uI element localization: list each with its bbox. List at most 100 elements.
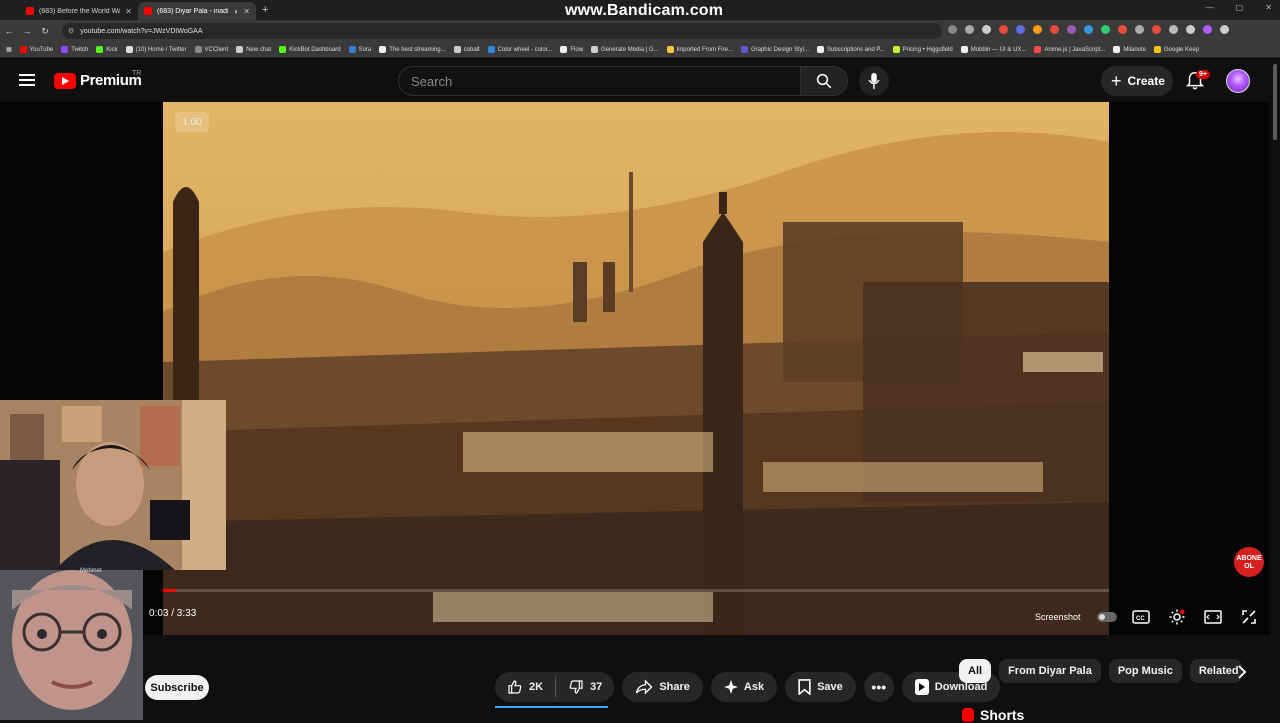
extension-icon[interactable] [1118, 25, 1127, 34]
address-bar[interactable]: ⚙ youtube.com/watch?v=JWzVDtWoGAA [62, 23, 942, 39]
zoom-icon[interactable] [948, 25, 957, 34]
close-tab-icon[interactable]: ✕ [125, 7, 132, 16]
more-actions-button[interactable]: ••• [863, 672, 894, 702]
search-input[interactable] [411, 73, 800, 89]
bookmark-item[interactable]: KickBot Dashboard [279, 46, 341, 53]
bookmark-item[interactable]: Subscriptions and P... [817, 46, 885, 53]
minimize-icon[interactable]: — [1206, 3, 1214, 12]
share-icon [636, 679, 653, 695]
bookmark-item[interactable]: Sora [348, 46, 371, 53]
voice-search-button[interactable] [859, 66, 889, 96]
bookmark-favicon-icon [560, 46, 568, 53]
bookmark-item[interactable]: Kick [96, 46, 118, 53]
bookmark-item[interactable]: Anime.js | JavaScript... [1034, 46, 1105, 53]
menu-icon[interactable] [1220, 25, 1229, 34]
star-icon[interactable] [982, 25, 991, 34]
bookmark-favicon-icon [817, 46, 824, 53]
bookmark-label: The best streaming... [389, 46, 446, 53]
extension-icon[interactable] [1067, 25, 1076, 34]
progress-bar[interactable] [163, 589, 1109, 592]
extension-icon[interactable] [1050, 25, 1059, 34]
page-scrollbar[interactable] [1272, 62, 1278, 720]
bookmark-label: Graphic Design Styl... [750, 46, 809, 53]
save-button[interactable]: Save [785, 672, 856, 702]
extension-icon[interactable] [1135, 25, 1144, 34]
time-display: 0:03 / 3:33 [149, 608, 197, 619]
browser-tab-active[interactable]: (683) Diyar Pala - inadina ◖ ✕ [138, 2, 256, 20]
bookmark-item[interactable]: (10) Home / Twitter [125, 46, 187, 53]
bookmark-item[interactable]: Imported From Fire... [666, 46, 733, 53]
ask-button[interactable]: Ask [710, 672, 778, 702]
youtube-play-icon [54, 72, 76, 89]
like-button[interactable]: 2K [495, 679, 555, 695]
extensions-puzzle-icon[interactable] [1169, 25, 1178, 34]
bookmark-item[interactable]: Generate Media | G... [591, 46, 659, 53]
bookmark-label: YouTube [29, 46, 54, 53]
extension-icon[interactable] [1101, 25, 1110, 34]
bookmark-favicon-icon [1113, 46, 1121, 53]
fullscreen-button[interactable] [1237, 605, 1261, 629]
bookmark-item[interactable]: Twitch [61, 46, 88, 53]
video-frame[interactable] [163, 102, 1109, 635]
close-window-icon[interactable]: ✕ [1265, 3, 1272, 12]
bookmark-item[interactable]: Color wheel - color... [487, 46, 553, 53]
cast-icon[interactable] [965, 25, 974, 34]
browser-tab[interactable]: (683) Before the World Wakes I ✕ [20, 2, 138, 20]
bookmark-label: Mobbin — UI & UX... [970, 46, 1027, 53]
extension-icon[interactable] [1033, 25, 1042, 34]
search-button[interactable] [800, 66, 848, 96]
guest-webcam [0, 570, 143, 720]
theater-mode-icon [1203, 610, 1222, 624]
profile-icon[interactable] [1203, 25, 1212, 34]
forward-icon[interactable]: → [18, 26, 36, 36]
bookmark-item[interactable]: cobalt [453, 46, 480, 53]
bookmark-label: cobalt [463, 46, 480, 53]
chip-all[interactable]: All [959, 659, 992, 683]
bookmark-item[interactable]: Graphic Design Styl... [740, 46, 809, 53]
bookmark-item[interactable]: Milanote [1113, 46, 1146, 53]
sparkle-icon [723, 680, 738, 694]
apps-icon[interactable]: ▦ [6, 46, 12, 53]
chips-next-button[interactable] [1232, 662, 1252, 682]
bookmark-item[interactable]: YouTube [19, 46, 54, 53]
bookmark-item[interactable]: The best streaming... [379, 46, 446, 53]
shorts-title: Shorts [980, 707, 1025, 723]
bookmark-item[interactable]: VCClient [194, 46, 228, 53]
sidebar-icon[interactable] [1186, 25, 1195, 34]
bookmark-label: Color wheel - color... [497, 46, 553, 53]
bookmark-item[interactable]: Google Keep [1154, 46, 1199, 53]
bookmark-item[interactable]: Mobbin — UI & UX... [960, 46, 1027, 53]
extension-icon[interactable] [999, 25, 1008, 34]
hamburger-menu-icon[interactable] [19, 74, 35, 86]
chip-pop-music[interactable]: Pop Music [1108, 659, 1182, 683]
maximize-icon[interactable]: ▢ [1236, 3, 1244, 12]
theater-mode-button[interactable] [1201, 605, 1225, 629]
bookmark-item[interactable]: New chat [236, 46, 271, 53]
scrollbar-thumb[interactable] [1273, 64, 1277, 140]
chip-from-diyar-pala[interactable]: From Diyar Pala [999, 659, 1101, 683]
extension-icon[interactable] [1016, 25, 1025, 34]
abone-ol-badge[interactable]: ABONE OL [1234, 547, 1264, 577]
dislike-button[interactable]: 37 [556, 679, 614, 695]
reload-icon[interactable]: ↻ [36, 26, 54, 37]
autoplay-toggle[interactable] [1096, 612, 1117, 622]
new-tab-button[interactable]: + [262, 4, 268, 16]
speaker-icon[interactable]: ◖ [233, 7, 238, 16]
bookmark-label: KickBot Dashboard [289, 46, 341, 53]
bookmark-item[interactable]: Pricing • Higgsfield [892, 46, 953, 53]
share-button[interactable]: Share [622, 672, 703, 702]
close-tab-icon[interactable]: ✕ [243, 7, 250, 16]
bookmark-item[interactable]: Flow [560, 46, 583, 53]
bookmark-favicon-icon [453, 46, 461, 53]
extension-icon[interactable] [1084, 25, 1093, 34]
site-info-icon[interactable]: ⚙ [68, 27, 74, 35]
extension-icon[interactable] [1152, 25, 1161, 34]
back-icon[interactable]: ← [0, 26, 18, 36]
account-avatar[interactable] [1226, 69, 1250, 93]
subtitles-button[interactable]: CC [1129, 605, 1153, 629]
settings-button[interactable] [1165, 605, 1189, 629]
subscribe-button[interactable]: Subscribe [145, 675, 209, 700]
create-button[interactable]: + Create [1101, 66, 1173, 96]
progress-bar-fill [163, 589, 177, 592]
youtube-premium-logo[interactable]: Premium TR [54, 70, 142, 89]
